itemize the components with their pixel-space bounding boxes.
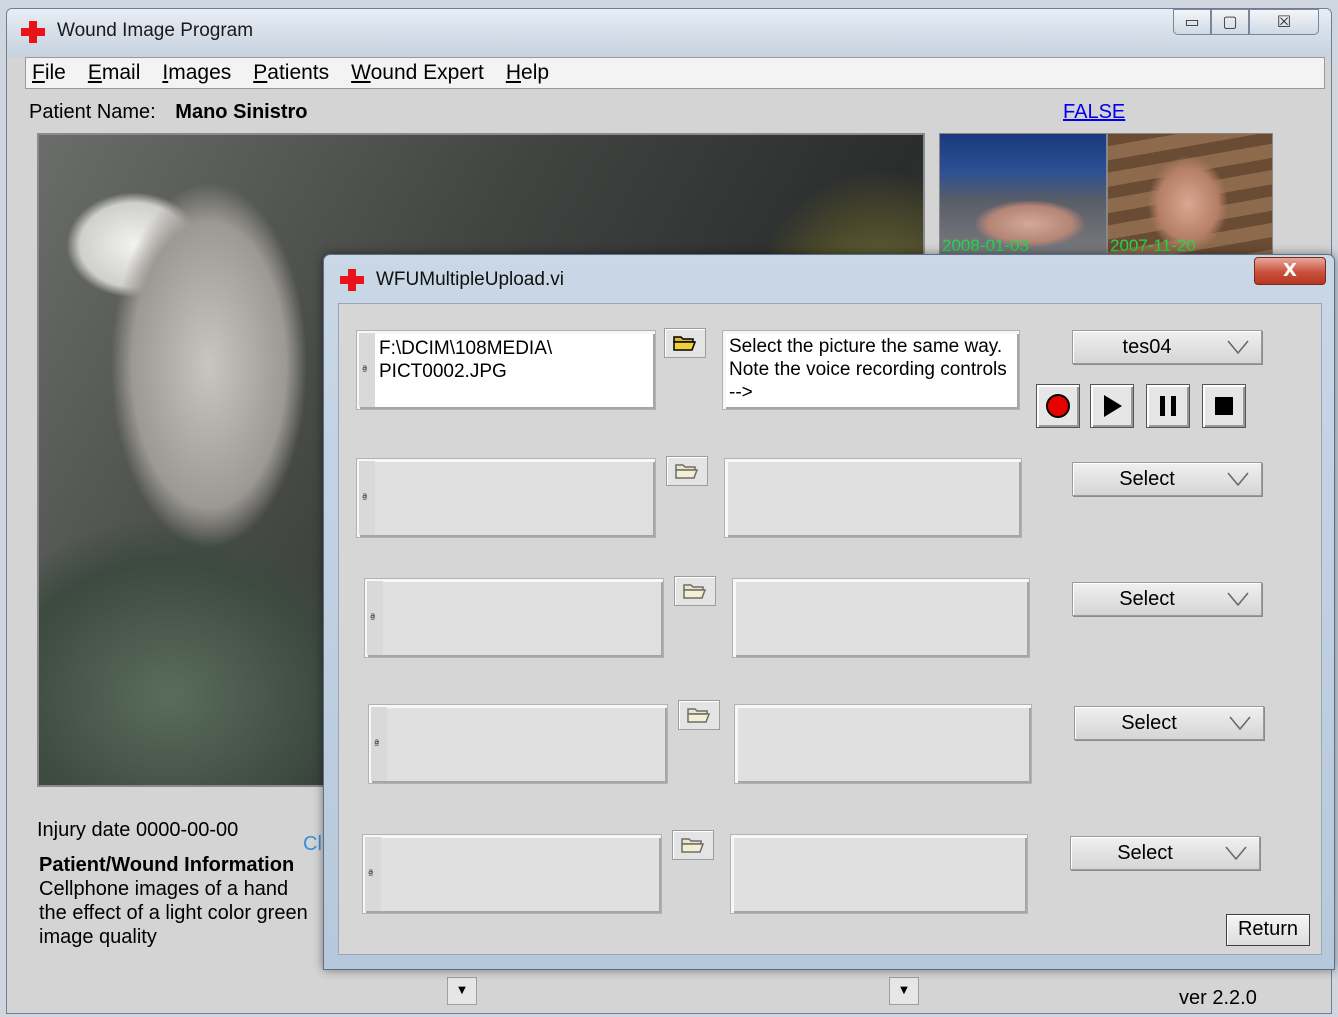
index-marker-icon: ª <box>361 491 369 505</box>
patient-row: Patient Name: Mano Sinistro <box>29 101 308 124</box>
injury-date-label: Injury date <box>37 819 131 841</box>
false-link[interactable]: FALSE <box>1063 101 1125 124</box>
stop-icon <box>1215 397 1233 415</box>
thumbnail-date: 2008-01-03 <box>942 236 1029 255</box>
patient-name-label: Patient Name: <box>29 101 156 123</box>
info-line: image quality <box>39 926 157 948</box>
folder-icon <box>681 838 705 853</box>
folder-icon <box>675 464 699 479</box>
folder-icon <box>683 584 707 599</box>
scroll-down-arrow[interactable]: ▼ <box>447 977 477 1005</box>
browse-folder-button[interactable] <box>664 328 706 358</box>
dropdown-arrow-icon <box>1227 592 1249 606</box>
note-field[interactable] <box>730 834 1028 914</box>
close-button[interactable]: ☒ <box>1249 9 1319 35</box>
recording-select[interactable]: Select <box>1072 462 1262 496</box>
folder-icon <box>687 708 711 723</box>
browse-folder-button[interactable] <box>672 830 714 860</box>
browse-folder-button[interactable] <box>666 456 708 486</box>
menu-patients[interactable]: Patients <box>253 61 329 85</box>
file-path-text: F:\DCIM\108MEDIA\ PICT0002.JPG <box>379 338 553 382</box>
menu-file[interactable]: File <box>32 61 66 85</box>
recording-select[interactable]: Select <box>1070 836 1260 870</box>
menu-email[interactable]: Email <box>88 61 141 85</box>
play-button[interactable] <box>1090 384 1134 428</box>
injury-date-value: 0000-00-00 <box>135 819 239 841</box>
scroll-down-arrow[interactable]: ▼ <box>889 977 919 1005</box>
record-icon <box>1046 394 1070 418</box>
red-cross-icon <box>21 21 45 43</box>
minimize-button[interactable]: ▭ <box>1173 9 1211 35</box>
pause-icon <box>1160 396 1176 416</box>
maximize-button[interactable]: ▢ <box>1211 9 1249 35</box>
dropdown-arrow-icon <box>1229 716 1251 730</box>
select-label: Select <box>1117 842 1173 864</box>
return-button[interactable]: Return <box>1226 914 1310 946</box>
index-marker-icon: ª <box>373 737 381 751</box>
select-label: Select <box>1119 588 1175 610</box>
select-label: Select <box>1121 712 1177 734</box>
note-text: Select the picture the same way. Note th… <box>729 336 1007 403</box>
dialog-title: WFUMultipleUpload.vi <box>376 269 564 290</box>
menu-wound-expert[interactable]: Wound Expert <box>351 61 484 85</box>
patient-wound-info: Patient/Wound Information Cellphone imag… <box>39 853 339 949</box>
browse-folder-button[interactable] <box>678 700 720 730</box>
folder-icon <box>673 336 697 351</box>
file-path-field[interactable]: ª <box>368 704 668 784</box>
file-path-field[interactable]: ª <box>362 834 662 914</box>
file-path-field[interactable]: ª <box>356 458 656 538</box>
thumbnail-date: 2007-11-20 <box>1110 236 1196 255</box>
index-marker-icon: ª <box>361 363 369 377</box>
info-heading: Patient/Wound Information <box>39 854 295 876</box>
red-cross-icon <box>340 269 364 291</box>
menu-bar: File Email Images Patients Wound Expert … <box>25 57 1325 89</box>
dropdown-arrow-icon <box>1227 472 1249 486</box>
recording-select[interactable]: tes04 <box>1072 330 1262 364</box>
note-field[interactable] <box>724 458 1022 538</box>
recording-select[interactable]: Select <box>1074 706 1264 740</box>
index-marker-icon: ª <box>367 867 375 881</box>
menu-images[interactable]: Images <box>162 61 231 85</box>
stop-button[interactable] <box>1202 384 1246 428</box>
index-marker-icon: ª <box>369 611 377 625</box>
dropdown-arrow-icon <box>1225 846 1247 860</box>
menu-help[interactable]: Help <box>506 61 549 85</box>
recording-select[interactable]: Select <box>1072 582 1262 616</box>
main-window-title: Wound Image Program <box>57 20 254 41</box>
thumbnail-2[interactable]: 2007-11-20 <box>1107 133 1273 257</box>
select-label: tes04 <box>1122 336 1172 358</box>
dialog-close-button[interactable]: X <box>1254 257 1326 285</box>
info-line: Cellphone images of a hand <box>39 878 289 900</box>
record-button[interactable] <box>1036 384 1080 428</box>
injury-date: Injury date 0000-00-00 <box>37 819 238 842</box>
browse-folder-button[interactable] <box>674 576 716 606</box>
thumbnail-1[interactable]: 2008-01-03 <box>939 133 1107 257</box>
file-path-field[interactable]: ª <box>364 578 664 658</box>
dropdown-arrow-icon <box>1227 340 1249 354</box>
play-icon <box>1104 395 1122 417</box>
note-field[interactable] <box>734 704 1032 784</box>
note-field[interactable] <box>732 578 1030 658</box>
patient-name: Mano Sinistro <box>175 101 308 123</box>
version-label: ver 2.2.0 <box>1179 987 1257 1009</box>
pause-button[interactable] <box>1146 384 1190 428</box>
file-path-field[interactable]: ª F:\DCIM\108MEDIA\ PICT0002.JPG <box>356 330 656 410</box>
select-label: Select <box>1119 468 1175 490</box>
note-field[interactable]: Select the picture the same way. Note th… <box>722 330 1020 410</box>
info-line: the effect of a light color green <box>39 902 308 924</box>
main-titlebar[interactable]: Wound Image Program ▭ ▢ ☒ <box>7 9 1331 57</box>
